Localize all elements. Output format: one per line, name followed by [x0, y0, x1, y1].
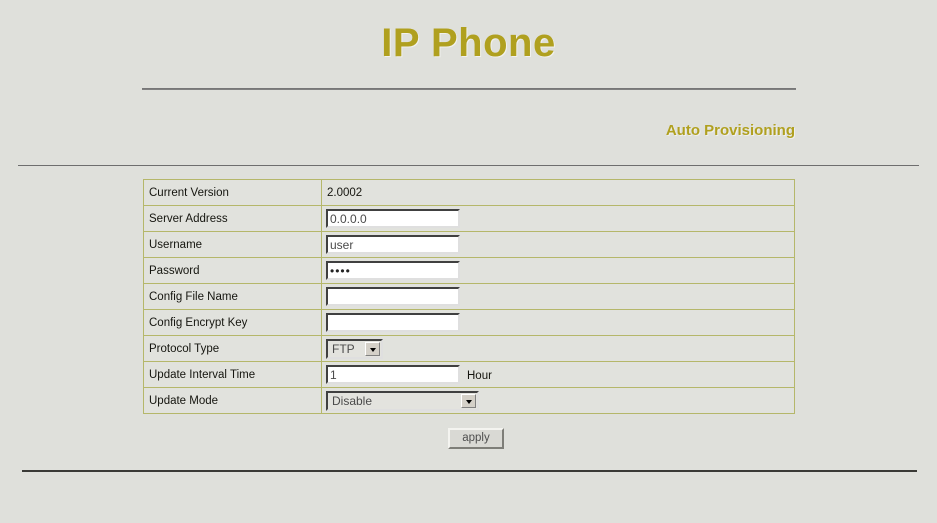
- row-label: Protocol Type: [143, 335, 322, 362]
- table-row: Password: [143, 257, 795, 284]
- current-version-value: 2.0002: [327, 186, 363, 199]
- protocol-type-select[interactable]: FTP: [326, 338, 383, 359]
- row-label: Update Interval Time: [143, 361, 322, 388]
- row-label: Server Address: [143, 205, 322, 232]
- footer-divider: [22, 470, 917, 472]
- row-label: Config Encrypt Key: [143, 309, 322, 336]
- row-value: [321, 283, 795, 310]
- row-value: [321, 205, 795, 232]
- table-row: Protocol Type FTP: [143, 335, 795, 362]
- section-title: Auto Provisioning: [665, 122, 795, 139]
- apply-button[interactable]: apply: [448, 428, 504, 449]
- row-label: Update Mode: [143, 387, 322, 414]
- row-value: Hour: [321, 361, 795, 388]
- table-row: Config Encrypt Key: [143, 309, 795, 336]
- password-input[interactable]: [326, 261, 460, 280]
- page-title: IP Phone: [381, 21, 556, 65]
- header-divider: [142, 88, 796, 90]
- table-row: Update Mode Disable: [143, 387, 795, 414]
- table-row: Config File Name: [143, 283, 795, 310]
- table-row: Server Address: [143, 205, 795, 232]
- config-encrypt-key-input[interactable]: [326, 313, 460, 332]
- chevron-down-icon[interactable]: [365, 341, 380, 356]
- auto-provisioning-form: Current Version 2.0002 Server Address Us…: [143, 179, 795, 414]
- row-value: FTP: [321, 335, 795, 362]
- row-value: Disable: [321, 387, 795, 414]
- row-value: 2.0002: [321, 179, 795, 206]
- update-mode-select[interactable]: Disable: [326, 390, 479, 411]
- table-row: Update Interval Time Hour: [143, 361, 795, 388]
- update-interval-unit-label: Hour: [467, 369, 492, 382]
- update-mode-value: Disable: [332, 393, 373, 408]
- row-value: [321, 231, 795, 258]
- server-address-input[interactable]: [326, 209, 460, 228]
- row-value: [321, 309, 795, 336]
- row-label: Current Version: [143, 179, 322, 206]
- update-interval-time-input[interactable]: [326, 365, 460, 384]
- content-top-divider: [18, 165, 919, 166]
- row-label: Username: [143, 231, 322, 258]
- username-input[interactable]: [326, 235, 460, 254]
- chevron-down-icon[interactable]: [461, 393, 476, 408]
- config-file-name-input[interactable]: [326, 287, 460, 306]
- row-label: Config File Name: [143, 283, 322, 310]
- table-row: Username: [143, 231, 795, 258]
- form-actions: apply: [0, 428, 937, 449]
- table-row: Current Version 2.0002: [143, 179, 795, 206]
- row-label: Password: [143, 257, 322, 284]
- row-value: [321, 257, 795, 284]
